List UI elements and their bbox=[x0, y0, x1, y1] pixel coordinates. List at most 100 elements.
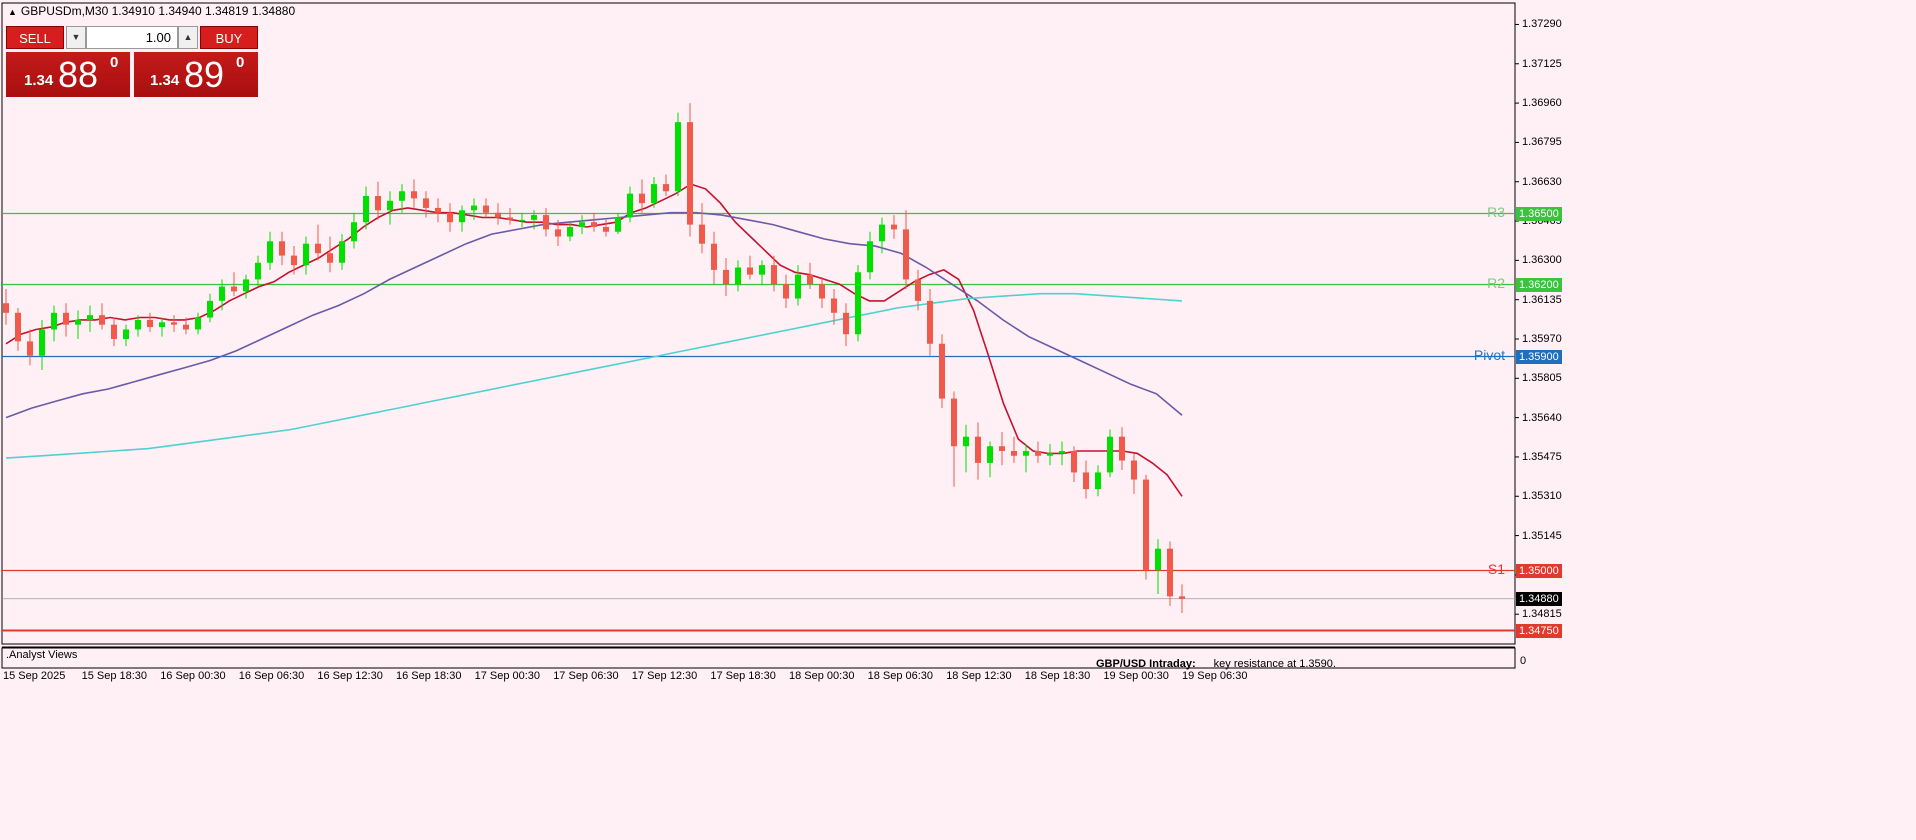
candle-body bbox=[1059, 450, 1065, 454]
level-price-tag: 1.35000 bbox=[1516, 563, 1562, 578]
sell-quote-fraction: 0 bbox=[110, 54, 119, 71]
buy-button[interactable]: BUY bbox=[200, 26, 258, 49]
candle-body bbox=[747, 267, 753, 275]
price-tick-label: 1.36300 bbox=[1522, 254, 1562, 267]
sell-button[interactable]: SELL bbox=[6, 26, 64, 49]
candle-body bbox=[807, 274, 813, 285]
time-tick-label: 15 Sep 2025 bbox=[3, 670, 66, 682]
price-tick-label: 1.37125 bbox=[1522, 57, 1562, 70]
candle-body bbox=[459, 210, 465, 223]
lot-decrease-button[interactable]: ▼ bbox=[66, 26, 86, 49]
indicator-window-label: .Analyst Views bbox=[6, 649, 78, 661]
candle-body bbox=[915, 279, 921, 301]
candle-body bbox=[999, 446, 1005, 451]
candle-body bbox=[1179, 596, 1185, 599]
candle-body bbox=[207, 300, 213, 318]
time-tick-label: 15 Sep 18:30 bbox=[81, 670, 148, 682]
candle-body bbox=[255, 262, 261, 280]
candle-body bbox=[1035, 450, 1041, 456]
time-tick-label: 16 Sep 00:30 bbox=[160, 670, 226, 682]
candle-body bbox=[891, 224, 897, 230]
candle-body bbox=[1131, 460, 1137, 480]
candle-body bbox=[111, 324, 117, 339]
candle-body bbox=[447, 212, 453, 223]
candle-body bbox=[615, 217, 621, 232]
level-name: R3 bbox=[1487, 203, 1505, 220]
sell-quote[interactable]: 1.34 88 0 bbox=[6, 52, 130, 97]
candle-body bbox=[1143, 479, 1149, 571]
candle-body bbox=[963, 436, 969, 447]
plot-border bbox=[1, 2, 1516, 645]
candle-body bbox=[231, 286, 237, 292]
candle-body bbox=[651, 184, 657, 204]
candle-body bbox=[387, 200, 393, 211]
chart-title: ▲ GBPUSDm,M30 1.34910 1.34940 1.34819 1.3… bbox=[8, 4, 295, 18]
candle-body bbox=[855, 272, 861, 335]
moving-average-line bbox=[5, 211, 1183, 419]
time-tick-label: 19 Sep 06:30 bbox=[1182, 670, 1248, 682]
candle-body bbox=[519, 219, 525, 221]
candle-body bbox=[171, 322, 177, 325]
candle-body bbox=[939, 343, 945, 399]
candle-body bbox=[1011, 450, 1017, 456]
candle-body bbox=[903, 229, 909, 280]
candle-body bbox=[1023, 450, 1029, 456]
candle-body bbox=[771, 265, 777, 285]
candle-body bbox=[303, 243, 309, 266]
candle-body bbox=[1095, 472, 1101, 490]
time-tick-label: 19 Sep 00:30 bbox=[1103, 670, 1169, 682]
candle-body bbox=[639, 193, 645, 204]
candles bbox=[3, 103, 1185, 614]
price-tick-label: 1.35970 bbox=[1522, 332, 1562, 345]
price-tick-label: 1.35475 bbox=[1522, 450, 1562, 463]
candle-body bbox=[1047, 453, 1053, 456]
level-name: S1 bbox=[1487, 560, 1505, 577]
pivot-levels bbox=[2, 212, 1515, 632]
triangle-icon: ▲ bbox=[8, 7, 17, 17]
time-tick-label: 18 Sep 00:30 bbox=[789, 670, 855, 682]
price-tick-label: 1.35805 bbox=[1522, 372, 1562, 385]
candle-body bbox=[879, 224, 885, 242]
candle-body bbox=[1083, 472, 1089, 490]
candle-body bbox=[315, 243, 321, 254]
candle-body bbox=[507, 217, 513, 220]
candle-body bbox=[159, 322, 165, 328]
candle-body bbox=[327, 253, 333, 263]
price-chart[interactable] bbox=[0, 0, 1916, 840]
price-tick-label: 1.36135 bbox=[1522, 293, 1562, 306]
time-tick-label: 16 Sep 06:30 bbox=[238, 670, 305, 682]
candle-body bbox=[411, 191, 417, 199]
candle-body bbox=[291, 255, 297, 266]
price-tick-label: 1.34815 bbox=[1522, 608, 1562, 621]
candle-body bbox=[927, 300, 933, 344]
analyst-note-title: GBP/USD Intraday: bbox=[1096, 658, 1196, 670]
candle-body bbox=[687, 122, 693, 225]
indicator-zero-label: 0 bbox=[1520, 655, 1527, 667]
price-tick-label: 1.35145 bbox=[1522, 529, 1562, 542]
price-tick-label: 1.36630 bbox=[1522, 175, 1562, 188]
candle-body bbox=[63, 312, 69, 325]
candle-body bbox=[399, 191, 405, 201]
candle-body bbox=[975, 436, 981, 463]
candle-body bbox=[543, 215, 549, 230]
candle-body bbox=[135, 319, 141, 330]
level-name: R2 bbox=[1487, 274, 1505, 291]
candle-body bbox=[1107, 436, 1113, 473]
buy-quote[interactable]: 1.34 89 0 bbox=[134, 52, 258, 97]
level-price-tag: 1.35900 bbox=[1516, 349, 1562, 364]
candle-body bbox=[723, 269, 729, 285]
candle-body bbox=[1167, 548, 1173, 597]
candle-body bbox=[867, 241, 873, 273]
lot-increase-button[interactable]: ▲ bbox=[178, 26, 198, 49]
candle-body bbox=[483, 205, 489, 213]
candle-body bbox=[243, 279, 249, 292]
time-tick-label: 17 Sep 18:30 bbox=[710, 670, 776, 682]
candle-body bbox=[435, 207, 441, 213]
sell-quote-pips: 88 bbox=[58, 54, 99, 95]
candle-body bbox=[471, 205, 477, 211]
time-tick-label: 16 Sep 18:30 bbox=[396, 670, 462, 682]
candle-body bbox=[627, 193, 633, 218]
lot-size-input[interactable]: 1.00 bbox=[86, 26, 178, 49]
candle-body bbox=[591, 222, 597, 227]
candle-body bbox=[951, 398, 957, 447]
